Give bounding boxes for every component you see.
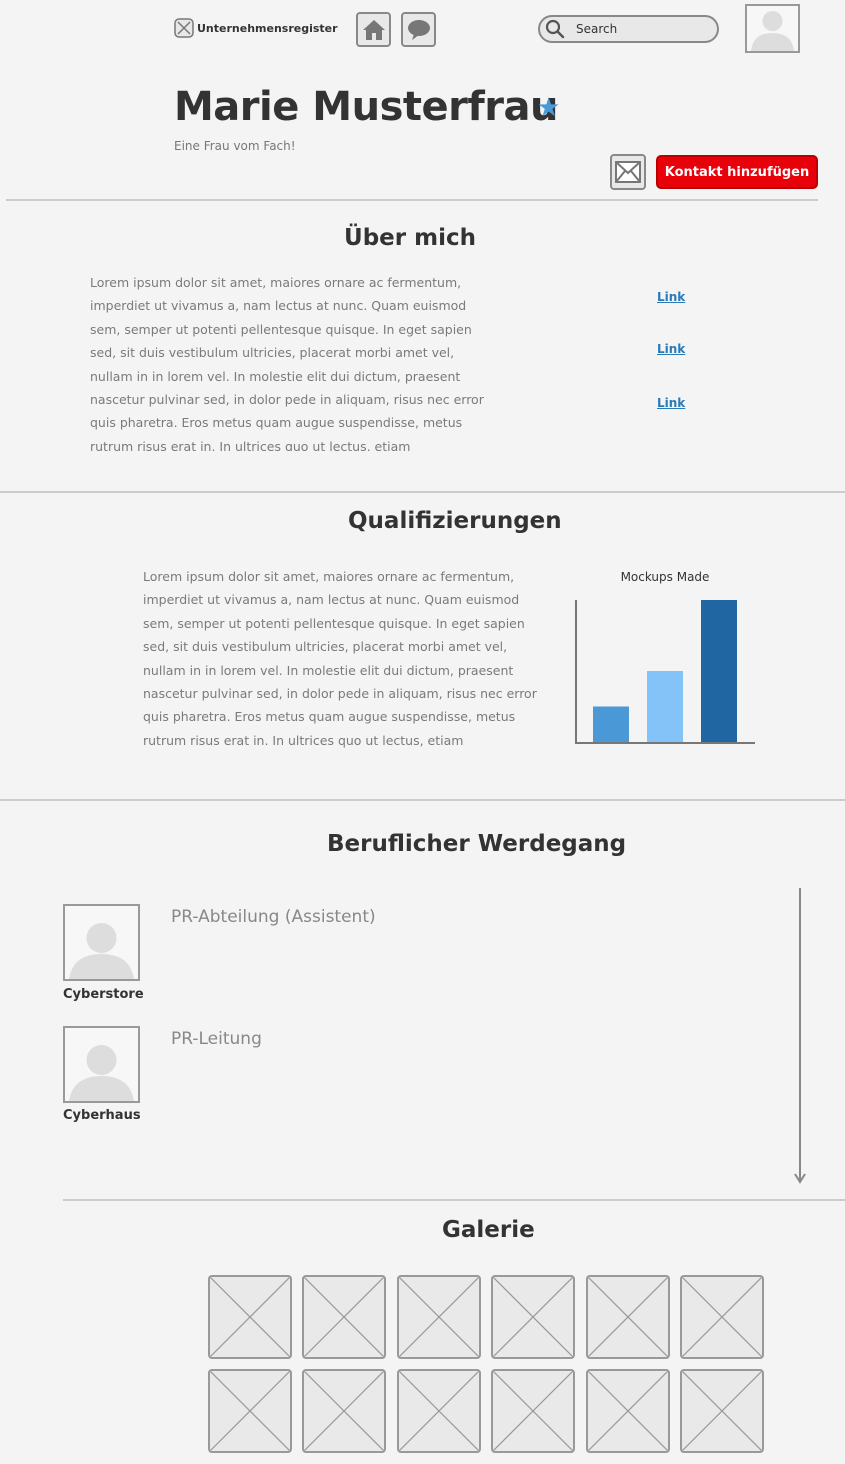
star-icon[interactable]: ★ [537,93,560,123]
mail-button[interactable] [610,154,646,190]
gallery-image[interactable] [302,1369,386,1453]
about-link-3[interactable]: Link [657,396,685,410]
image-placeholder-icon [399,1277,479,1357]
qualifications-heading: Qualifizierungen [348,508,562,534]
company-placeholder-icon [69,1045,134,1101]
divider [6,199,818,201]
home-icon [362,19,385,40]
company-name: Cyberstore [63,987,144,1002]
image-placeholder-icon [588,1277,668,1357]
gallery-image[interactable] [491,1275,575,1359]
gallery-grid [208,1275,768,1455]
divider [63,1199,845,1201]
search-bar[interactable] [538,15,719,43]
image-placeholder-icon [210,1277,290,1357]
image-placeholder-icon [399,1371,479,1451]
mail-icon [615,161,641,183]
image-placeholder-icon [682,1371,762,1451]
job-title: PR-Abteilung (Assistent) [171,907,376,927]
company-placeholder-icon [69,923,134,979]
image-placeholder-icon [210,1371,290,1451]
image-placeholder-icon [304,1371,384,1451]
profile-tagline: Eine Frau vom Fach! [174,139,296,153]
speech-bubble-icon [407,19,430,40]
vertical-scrollbar[interactable] [792,888,808,1186]
chat-button[interactable] [401,12,436,47]
company-name: Cyberhaus [63,1108,141,1123]
image-placeholder-icon [493,1371,573,1451]
chart-bar-1 [593,706,629,742]
search-icon [545,19,565,39]
brand-label: Unternehmensregister [197,21,338,35]
gallery-image[interactable] [397,1275,481,1359]
placeholder-x-icon [174,18,194,38]
image-placeholder-icon [682,1277,762,1357]
gallery-image[interactable] [586,1275,670,1359]
gallery-image[interactable] [680,1369,764,1453]
search-input[interactable] [576,22,706,36]
mockups-bar-chart [575,600,755,744]
about-text: Lorem ipsum dolor sit amet, maiores orna… [90,275,484,451]
gallery-image[interactable] [586,1369,670,1453]
about-heading: Über mich [344,225,476,251]
gallery-image[interactable] [302,1275,386,1359]
gallery-image[interactable] [680,1275,764,1359]
user-silhouette-icon [751,11,794,51]
gallery-heading: Galerie [442,1217,535,1243]
gallery-image[interactable] [491,1369,575,1453]
profile-name: Marie Musterfrau [174,84,558,130]
image-placeholder-icon [493,1277,573,1357]
brand-logo[interactable]: Unternehmensregister [174,18,338,38]
company-logo-cyberhaus [63,1026,140,1103]
image-placeholder-icon [588,1371,668,1451]
about-link-2[interactable]: Link [657,342,685,356]
divider [0,491,845,493]
gallery-image[interactable] [208,1275,292,1359]
about-link-1[interactable]: Link [657,290,685,304]
company-logo-cyberstore [63,904,140,981]
chart-title: Mockups Made [620,570,710,584]
add-contact-button[interactable]: Kontakt hinzufügen [656,155,818,189]
divider [0,799,845,801]
user-avatar[interactable] [745,4,800,53]
chart-bar-3 [701,600,737,742]
job-title: PR-Leitung [171,1029,262,1049]
chart-bar-2 [647,671,683,742]
home-button[interactable] [356,12,391,47]
gallery-image[interactable] [397,1369,481,1453]
image-placeholder-icon [304,1277,384,1357]
gallery-image[interactable] [208,1369,292,1453]
qualifications-text: Lorem ipsum dolor sit amet, maiores orna… [143,569,537,748]
career-heading: Beruflicher Werdegang [327,831,627,857]
